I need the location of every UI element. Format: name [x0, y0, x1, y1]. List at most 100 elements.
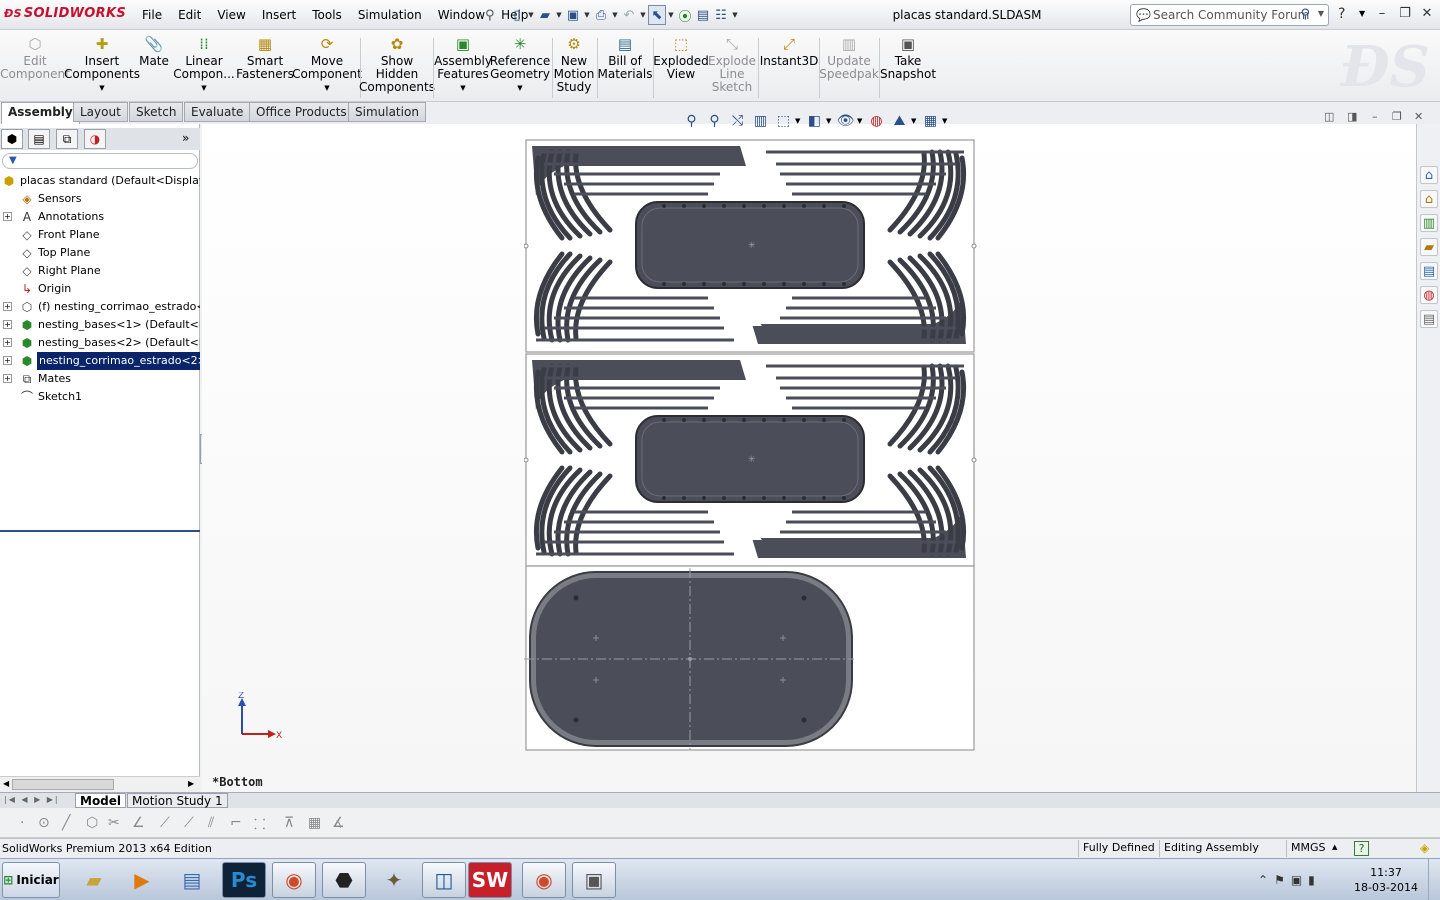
menu-edit[interactable]: Edit [170, 0, 209, 30]
tree-item[interactable]: + ⧉ Mates [0, 370, 200, 388]
view-palette-icon[interactable]: ▤ [1420, 262, 1438, 280]
start-button[interactable]: ⊞ Iniciar [2, 862, 60, 898]
dimension-icon[interactable]: ⊼ [284, 815, 294, 831]
help-dropdown-icon[interactable]: ▼ [1359, 9, 1365, 18]
mate-button[interactable]: 📎 Mate [137, 34, 171, 68]
select-arrow-icon[interactable]: ⬉ [648, 5, 666, 25]
instant3d-button[interactable]: ⤢ Instant3D [760, 34, 819, 68]
grid-icon[interactable]: ▦ [308, 815, 321, 831]
folder-icon[interactable]: ▣ [572, 862, 616, 898]
minimize-icon[interactable]: – [1373, 6, 1391, 21]
gimp-icon[interactable]: ✦ [372, 862, 416, 898]
edit-component-button[interactable]: ⬡ Edit Component [0, 34, 70, 81]
tree-item[interactable]: ◈ Sensors [0, 190, 200, 208]
file-explorer-icon[interactable]: ▰ [1420, 238, 1438, 256]
explode-line-sketch-button[interactable]: ⤡ Explode Line Sketch [708, 34, 756, 94]
update-speedpak-button[interactable]: ▥ Update Speedpak [819, 34, 879, 81]
new-dropdown-icon[interactable]: ▼ [526, 5, 536, 25]
zoom-to-fit-icon[interactable]: ⚲ [680, 110, 703, 132]
tab-layout[interactable]: Layout [73, 102, 128, 122]
open-folder-icon[interactable]: ▰ [536, 5, 554, 25]
viewport-close-icon[interactable]: ✕ [1414, 110, 1423, 123]
feature-tree-filter[interactable]: ▼ [2, 153, 198, 169]
tree-item[interactable]: ◇ Front Plane [0, 226, 200, 244]
measure-angle-icon[interactable]: ∡ [332, 815, 345, 831]
expand-icon[interactable]: + [3, 212, 12, 221]
take-snapshot-button[interactable]: ▣ Take Snapshot [880, 34, 936, 81]
section-view-icon[interactable]: ▥ [749, 110, 772, 132]
reference-geometry-button[interactable]: ✳ Reference Geometry ▼ [490, 34, 550, 95]
menu-simulation[interactable]: Simulation [350, 0, 430, 30]
tag-icon[interactable]: ◈ [1420, 841, 1429, 855]
notepad-icon[interactable]: ▤ [170, 862, 214, 898]
zoom-to-area-icon[interactable]: ⚲ [703, 110, 726, 132]
expand-icon[interactable]: + [3, 338, 12, 347]
offset-icon[interactable]: ⟋ [160, 815, 170, 831]
scroll-left-icon[interactable]: ◀ [3, 779, 9, 788]
smart-fasteners-button[interactable]: ▦ Smart Fasteners [236, 34, 294, 81]
property-manager-tab-icon[interactable]: ▤ [28, 129, 50, 149]
menu-view[interactable]: View [209, 0, 253, 30]
chrome-icon[interactable]: ◉ [522, 862, 566, 898]
print-dropdown-icon[interactable]: ▼ [610, 5, 620, 25]
insert-components-button[interactable]: ✚ Insert Components ▼ [64, 34, 140, 95]
center-rectangle-icon[interactable]: ⸬ [254, 815, 266, 834]
new-document-icon[interactable]: ▯ [508, 5, 526, 25]
home-icon[interactable]: ⌂ [1420, 190, 1438, 208]
devices-icon[interactable]: ▣ [1291, 873, 1302, 887]
line-icon[interactable]: ╱ [62, 815, 70, 831]
tree-item[interactable]: + ⬢ nesting_corrimao_estrado<2> (D [0, 352, 200, 370]
display-style-dropdown-icon[interactable]: ▼ [826, 117, 834, 125]
units-selector[interactable]: MMGS [1286, 840, 1330, 857]
options-icon[interactable]: ☷ [712, 5, 730, 25]
rhino-icon[interactable]: ⬣ [322, 862, 366, 898]
undo-dropdown-icon[interactable]: ▼ [638, 5, 648, 25]
tab-evaluate[interactable]: Evaluate [184, 102, 251, 122]
view-orientation-dropdown-icon[interactable]: ▼ [795, 117, 803, 125]
circle-icon[interactable]: ⊙ [38, 815, 50, 831]
appearances-icon[interactable]: ◍ [1420, 286, 1438, 304]
view-settings-icon[interactable]: ▦ [919, 110, 942, 132]
filter-icon[interactable]: ▼ [9, 155, 17, 166]
chrome-icon[interactable]: ◉ [272, 862, 316, 898]
new-motion-study-button[interactable]: ⚙ New Motion Study [554, 34, 595, 94]
viewport-restore-icon[interactable]: ❐ [1392, 110, 1402, 123]
print-icon[interactable]: ⎙ [592, 5, 610, 25]
configuration-manager-tab-icon[interactable]: ⧉ [56, 129, 78, 149]
nesting-panel-upper[interactable] [524, 140, 976, 352]
exploded-view-button[interactable]: ⬚ Exploded View [653, 34, 709, 81]
scroll-thumb[interactable] [12, 779, 114, 790]
point-icon[interactable]: · [20, 815, 24, 831]
bill-of-materials-button[interactable]: ▤ Bill of Materials [598, 34, 653, 81]
linear-pattern-button[interactable]: ⁞⁞ Linear Compon... ▼ [173, 34, 235, 95]
trim-icon[interactable]: ✂ [108, 815, 120, 831]
display-style-icon[interactable]: ◧ [803, 110, 826, 132]
viewport-minimize-icon[interactable]: – [1372, 110, 1378, 123]
solidworks-logo[interactable]: ƉS SOLIDWORKS [4, 6, 126, 21]
tab-motion-study-1[interactable]: Motion Study 1 [127, 793, 228, 808]
menu-insert[interactable]: Insert [254, 0, 304, 30]
edit-appearance-icon[interactable]: ◍ [865, 110, 888, 132]
options-dropdown-icon[interactable]: ▼ [730, 5, 740, 25]
tree-item[interactable]: + ⬢ nesting_bases<2> (Default<Disp [0, 334, 200, 352]
view-orientation-icon[interactable]: ⬚ [772, 110, 795, 132]
tab-sketch[interactable]: Sketch [129, 102, 184, 122]
nesting-base-panel[interactable] [524, 565, 975, 751]
tree-item[interactable]: ⬢ placas standard (Default<Display St [0, 172, 200, 190]
tab-navigation-icon[interactable]: |◀ ◀ ▶ ▶| [4, 795, 60, 804]
tree-item[interactable]: ⌒ Sketch1 [0, 388, 200, 406]
select-dropdown-icon[interactable]: ▼ [666, 5, 676, 25]
tree-item[interactable]: ◇ Right Plane [0, 262, 200, 280]
units-dropdown-icon[interactable]: ▲ [1332, 843, 1337, 851]
show-hidden-icons-icon[interactable]: ⌃ [1258, 873, 1268, 887]
rebuild-traffic-light-icon[interactable]: ⦿ [676, 5, 694, 25]
apply-scene-icon[interactable]: ⛰ [888, 110, 911, 132]
file-explorer-icon[interactable]: ▰ [72, 862, 116, 898]
corner-rectangle-icon[interactable]: ⌐ [230, 815, 242, 831]
sketchup-icon[interactable]: ◫ [422, 862, 466, 898]
tab-assembly[interactable]: Assembly [1, 102, 80, 124]
move-component-dropdown-icon[interactable]: ▼ [324, 82, 329, 95]
search-community-input[interactable]: 💬 Search Community Forum ⚲ ▼ [1130, 4, 1329, 26]
nesting-panel-middle[interactable] [524, 354, 976, 566]
expand-icon[interactable]: + [3, 302, 12, 311]
